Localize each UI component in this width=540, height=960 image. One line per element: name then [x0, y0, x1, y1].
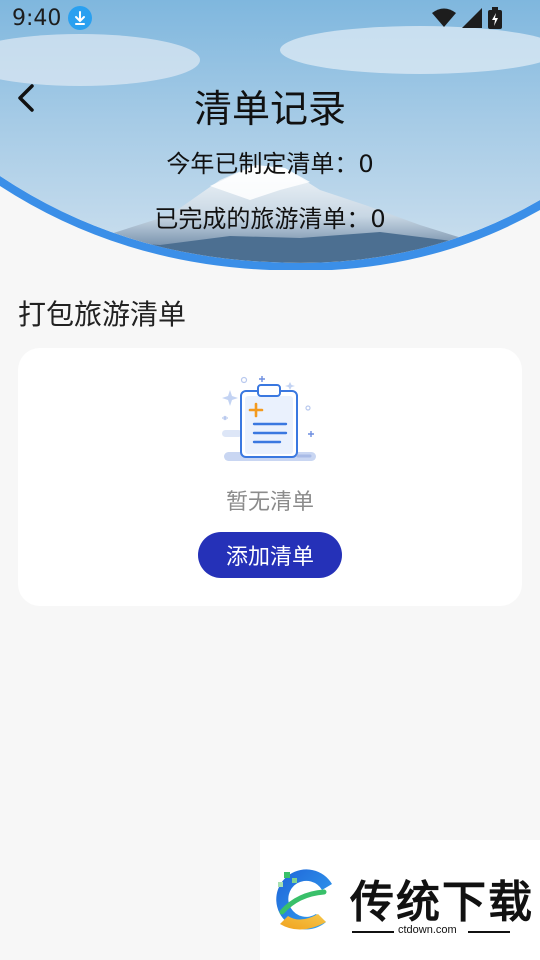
status-icons — [432, 7, 502, 34]
watermark-url: ctdown.com — [398, 924, 457, 936]
empty-state-text: 暂无清单 — [225, 490, 314, 515]
stat-lists-this-year: 今年已制定清单：0 — [166, 150, 374, 178]
battery-icon — [488, 7, 502, 34]
clipboard-icon — [218, 372, 322, 473]
header: 9:40 清单记录 今年已制定清单：0 已完成的旅游清单：0 — [0, 0, 540, 270]
download-icon — [68, 6, 92, 30]
packing-list-card: 暂无清单 添加清单 — [18, 348, 522, 606]
watermark-divider-left — [352, 931, 394, 933]
section-title: 打包旅游清单 — [18, 298, 187, 331]
watermark-divider-right — [468, 931, 510, 933]
status-bar: 9:40 — [0, 0, 540, 36]
page-title: 清单记录 — [193, 87, 346, 131]
wifi-icon — [432, 8, 456, 33]
watermark-title: 传统下载 — [350, 877, 534, 928]
watermark: 传统下载 ctdown.com — [260, 840, 540, 960]
signal-icon — [462, 8, 482, 33]
stat-completed-travel-lists: 已完成的旅游清单：0 — [154, 205, 386, 233]
status-time: 9:40 — [12, 6, 62, 31]
watermark-logo-icon — [270, 864, 342, 941]
add-list-button[interactable]: 添加清单 — [198, 532, 342, 578]
